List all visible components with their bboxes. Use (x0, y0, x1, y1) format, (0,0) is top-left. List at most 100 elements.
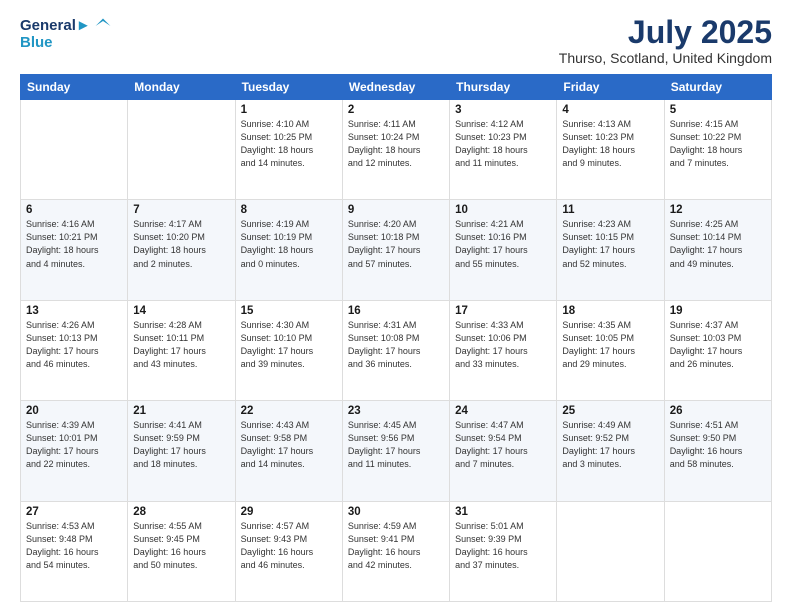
title-block: July 2025 Thurso, Scotland, United Kingd… (559, 16, 772, 66)
day-number: 14 (133, 305, 229, 317)
calendar-cell: 4 Sunrise: 4:13 AM Sunset: 10:23 PM Dayli… (557, 100, 664, 200)
calendar-cell: 14 Sunrise: 4:28 AM Sunset: 10:11 PM Dayl… (128, 300, 235, 400)
calendar-cell: 5 Sunrise: 4:15 AM Sunset: 10:22 PM Dayli… (664, 100, 771, 200)
calendar-cell: 2 Sunrise: 4:11 AM Sunset: 10:24 PM Dayli… (342, 100, 449, 200)
day-number: 31 (455, 506, 551, 518)
day-number: 5 (670, 104, 766, 116)
calendar-week-4: 20 Sunrise: 4:39 AM Sunset: 10:01 PM Dayl… (21, 401, 772, 501)
day-info: Sunrise: 4:25 AM Sunset: 10:14 PM Daylig… (670, 218, 766, 270)
day-number: 23 (348, 405, 444, 417)
page-header: General► Blue July 2025 Thurso, Scotland… (20, 16, 772, 66)
day-info: Sunrise: 4:11 AM Sunset: 10:24 PM Daylig… (348, 118, 444, 170)
calendar-week-5: 27 Sunrise: 4:53 AM Sunset: 9:48 PM Dayli… (21, 501, 772, 601)
day-info: Sunrise: 4:15 AM Sunset: 10:22 PM Daylig… (670, 118, 766, 170)
calendar-cell (664, 501, 771, 601)
col-friday: Friday (557, 75, 664, 100)
logo-icon (93, 16, 113, 36)
calendar-cell: 6Sunrise: 4:16 AM Sunset: 10:21 PM Dayli… (21, 200, 128, 300)
logo: General► Blue (20, 16, 113, 51)
day-number: 21 (133, 405, 229, 417)
calendar-cell: 22 Sunrise: 4:43 AM Sunset: 9:58 PM Dayli… (235, 401, 342, 501)
day-info: Sunrise: 4:26 AM Sunset: 10:13 PM Daylig… (26, 319, 122, 371)
day-info: Sunrise: 4:20 AM Sunset: 10:18 PM Daylig… (348, 218, 444, 270)
day-number: 20 (26, 405, 122, 417)
location-title: Thurso, Scotland, United Kingdom (559, 50, 772, 66)
calendar-cell: 10 Sunrise: 4:21 AM Sunset: 10:16 PM Dayl… (450, 200, 557, 300)
calendar-cell: 31 Sunrise: 5:01 AM Sunset: 9:39 PM Dayli… (450, 501, 557, 601)
calendar-week-2: 6Sunrise: 4:16 AM Sunset: 10:21 PM Dayli… (21, 200, 772, 300)
day-number: 28 (133, 506, 229, 518)
day-number: 22 (241, 405, 337, 417)
day-number: 12 (670, 204, 766, 216)
col-monday: Monday (128, 75, 235, 100)
day-number: 25 (562, 405, 658, 417)
day-info: Sunrise: 4:28 AM Sunset: 10:11 PM Daylig… (133, 319, 229, 371)
calendar-cell (557, 501, 664, 601)
day-info: Sunrise: 4:21 AM Sunset: 10:16 PM Daylig… (455, 218, 551, 270)
calendar-cell: 30Sunrise: 4:59 AM Sunset: 9:41 PM Dayli… (342, 501, 449, 601)
calendar-cell: 20 Sunrise: 4:39 AM Sunset: 10:01 PM Dayl… (21, 401, 128, 501)
day-number: 13 (26, 305, 122, 317)
day-number: 15 (241, 305, 337, 317)
calendar-cell (21, 100, 128, 200)
calendar-cell: 26Sunrise: 4:51 AM Sunset: 9:50 PM Dayli… (664, 401, 771, 501)
day-number: 19 (670, 305, 766, 317)
day-number: 9 (348, 204, 444, 216)
calendar-week-3: 13 Sunrise: 4:26 AM Sunset: 10:13 PM Dayl… (21, 300, 772, 400)
day-info: Sunrise: 5:01 AM Sunset: 9:39 PM Dayligh… (455, 520, 551, 572)
calendar-cell: 24 Sunrise: 4:47 AM Sunset: 9:54 PM Dayli… (450, 401, 557, 501)
day-info: Sunrise: 4:43 AM Sunset: 9:58 PM Dayligh… (241, 419, 337, 471)
day-info: Sunrise: 4:13 AM Sunset: 10:23 PM Daylig… (562, 118, 658, 170)
col-wednesday: Wednesday (342, 75, 449, 100)
calendar-cell: 11Sunrise: 4:23 AM Sunset: 10:15 PM Dayl… (557, 200, 664, 300)
calendar-cell: 27 Sunrise: 4:53 AM Sunset: 9:48 PM Dayli… (21, 501, 128, 601)
calendar-cell: 19 Sunrise: 4:37 AM Sunset: 10:03 PM Dayl… (664, 300, 771, 400)
day-number: 3 (455, 104, 551, 116)
day-info: Sunrise: 4:17 AM Sunset: 10:20 PM Daylig… (133, 218, 229, 270)
calendar-cell: 3 Sunrise: 4:12 AM Sunset: 10:23 PM Dayli… (450, 100, 557, 200)
day-number: 16 (348, 305, 444, 317)
calendar-header-row: Sunday Monday Tuesday Wednesday Thursday… (21, 75, 772, 100)
calendar-cell: 18 Sunrise: 4:35 AM Sunset: 10:05 PM Dayl… (557, 300, 664, 400)
day-info: Sunrise: 4:30 AM Sunset: 10:10 PM Daylig… (241, 319, 337, 371)
day-info: Sunrise: 4:39 AM Sunset: 10:01 PM Daylig… (26, 419, 122, 471)
month-title: July 2025 (559, 16, 772, 48)
day-info: Sunrise: 4:10 AM Sunset: 10:25 PM Daylig… (241, 118, 337, 170)
day-info: Sunrise: 4:12 AM Sunset: 10:23 PM Daylig… (455, 118, 551, 170)
day-info: Sunrise: 4:57 AM Sunset: 9:43 PM Dayligh… (241, 520, 337, 572)
calendar-cell: 16 Sunrise: 4:31 AM Sunset: 10:08 PM Dayl… (342, 300, 449, 400)
calendar-week-1: 1 Sunrise: 4:10 AM Sunset: 10:25 PM Dayli… (21, 100, 772, 200)
day-number: 30 (348, 506, 444, 518)
day-number: 1 (241, 104, 337, 116)
day-info: Sunrise: 4:31 AM Sunset: 10:08 PM Daylig… (348, 319, 444, 371)
day-number: 8 (241, 204, 337, 216)
logo-blue: Blue (20, 34, 113, 51)
calendar-cell: 7Sunrise: 4:17 AM Sunset: 10:20 PM Dayli… (128, 200, 235, 300)
calendar-cell: 23 Sunrise: 4:45 AM Sunset: 9:56 PM Dayli… (342, 401, 449, 501)
day-info: Sunrise: 4:47 AM Sunset: 9:54 PM Dayligh… (455, 419, 551, 471)
day-number: 10 (455, 204, 551, 216)
calendar-cell: 13 Sunrise: 4:26 AM Sunset: 10:13 PM Dayl… (21, 300, 128, 400)
calendar-cell: 25Sunrise: 4:49 AM Sunset: 9:52 PM Dayli… (557, 401, 664, 501)
day-info: Sunrise: 4:16 AM Sunset: 10:21 PM Daylig… (26, 218, 122, 270)
day-number: 2 (348, 104, 444, 116)
logo-text: General► (20, 18, 91, 35)
calendar-cell: 17Sunrise: 4:33 AM Sunset: 10:06 PM Dayl… (450, 300, 557, 400)
col-saturday: Saturday (664, 75, 771, 100)
calendar-table: Sunday Monday Tuesday Wednesday Thursday… (20, 74, 772, 602)
day-number: 4 (562, 104, 658, 116)
day-number: 17 (455, 305, 551, 317)
day-info: Sunrise: 4:35 AM Sunset: 10:05 PM Daylig… (562, 319, 658, 371)
day-number: 18 (562, 305, 658, 317)
calendar-cell: 15 Sunrise: 4:30 AM Sunset: 10:10 PM Dayl… (235, 300, 342, 400)
day-info: Sunrise: 4:53 AM Sunset: 9:48 PM Dayligh… (26, 520, 122, 572)
day-info: Sunrise: 4:45 AM Sunset: 9:56 PM Dayligh… (348, 419, 444, 471)
day-info: Sunrise: 4:37 AM Sunset: 10:03 PM Daylig… (670, 319, 766, 371)
day-number: 24 (455, 405, 551, 417)
calendar-cell: 9 Sunrise: 4:20 AM Sunset: 10:18 PM Dayli… (342, 200, 449, 300)
day-number: 11 (562, 204, 658, 216)
calendar-cell: 29Sunrise: 4:57 AM Sunset: 9:43 PM Dayli… (235, 501, 342, 601)
day-info: Sunrise: 4:19 AM Sunset: 10:19 PM Daylig… (241, 218, 337, 270)
col-sunday: Sunday (21, 75, 128, 100)
day-number: 27 (26, 506, 122, 518)
